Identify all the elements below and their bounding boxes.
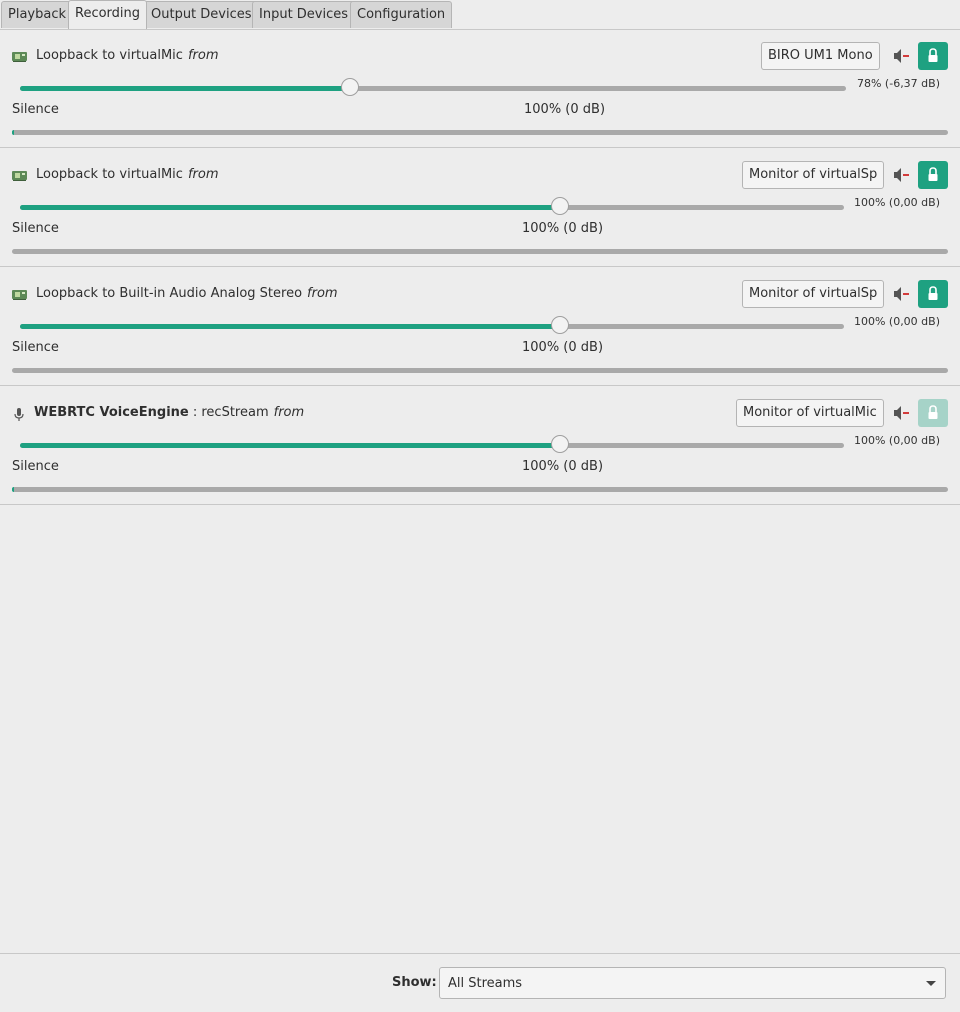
lock-icon bbox=[928, 405, 938, 419]
volume-slider-handle[interactable] bbox=[341, 78, 359, 96]
device-select-button[interactable]: Monitor of virtualSp bbox=[742, 280, 885, 308]
sound-card-icon bbox=[12, 51, 27, 62]
volume-fill bbox=[20, 443, 560, 448]
tab-playback[interactable]: Playback bbox=[1, 1, 74, 28]
stream-title: Loopback to Built-in Audio Analog Stereo… bbox=[36, 286, 338, 301]
lock-icon bbox=[928, 167, 938, 181]
stream-name: Loopback to virtualMic bbox=[36, 48, 183, 63]
silence-label: Silence bbox=[12, 459, 59, 474]
lock-icon bbox=[928, 286, 938, 300]
silence-label: Silence bbox=[12, 340, 59, 355]
stream-row: Loopback to virtualMic from Monitor of vi… bbox=[0, 148, 960, 267]
volume-slider-handle[interactable] bbox=[551, 197, 569, 215]
volume-value: 100% (0,00 dB) bbox=[853, 315, 940, 328]
tab-output-devices[interactable]: Output Devices bbox=[144, 1, 259, 28]
stream-title: Loopback to virtualMic from bbox=[36, 48, 218, 63]
microphone-icon bbox=[12, 408, 27, 421]
stream-title: Loopback to virtualMic from bbox=[36, 167, 218, 182]
speaker-mute-icon bbox=[894, 406, 909, 420]
tab-bar: Playback Recording Output Devices Input … bbox=[0, 0, 960, 30]
unity-volume-label: 100% (0 dB) bbox=[522, 459, 604, 474]
stream-app-name: WEBRTC VoiceEngine bbox=[34, 405, 189, 420]
speaker-mute-icon bbox=[894, 49, 909, 63]
silence-label: Silence bbox=[12, 102, 59, 117]
volume-fill bbox=[20, 324, 560, 329]
speaker-mute-icon bbox=[894, 287, 909, 301]
mute-toggle-button[interactable] bbox=[889, 163, 911, 187]
mute-toggle-button[interactable] bbox=[889, 401, 911, 425]
stream-from-label: from bbox=[273, 405, 305, 420]
sound-card-icon bbox=[12, 170, 27, 181]
lock-channels-button[interactable] bbox=[918, 161, 948, 189]
stream-from-label: from bbox=[307, 286, 338, 301]
tab-configuration[interactable]: Configuration bbox=[350, 1, 453, 28]
stream-row: WEBRTC VoiceEngine : recStream from Monit… bbox=[0, 386, 960, 505]
speaker-mute-icon bbox=[894, 168, 909, 182]
stream-from-label: from bbox=[187, 48, 219, 63]
volume-value: 100% (0,00 dB) bbox=[853, 434, 940, 447]
show-label: Show: bbox=[392, 975, 437, 990]
lock-icon bbox=[928, 48, 938, 62]
show-filter-select[interactable]: All Streams bbox=[439, 967, 946, 999]
mute-toggle-button[interactable] bbox=[889, 44, 911, 68]
peak-meter-fill bbox=[12, 130, 14, 135]
volume-slider[interactable] bbox=[20, 78, 846, 98]
volume-value: 78% (-6,37 dB) bbox=[856, 77, 940, 90]
peak-meter bbox=[12, 487, 948, 492]
device-select-button[interactable]: Monitor of virtualSp bbox=[742, 161, 885, 189]
lock-channels-button[interactable] bbox=[918, 280, 948, 308]
peak-meter bbox=[12, 249, 948, 254]
stream-name: Loopback to Built-in Audio Analog Stereo bbox=[36, 286, 303, 301]
mute-toggle-button[interactable] bbox=[889, 282, 911, 306]
device-select-button[interactable]: BIRO UM1 Mono bbox=[761, 42, 880, 70]
stream-from-label: from bbox=[187, 167, 219, 182]
unity-volume-label: 100% (0 dB) bbox=[522, 340, 604, 355]
volume-slider[interactable] bbox=[20, 316, 844, 336]
bottom-bar: Show: All Streams bbox=[0, 953, 960, 1012]
stream-row: Loopback to Built-in Audio Analog Stereo… bbox=[0, 267, 960, 386]
volume-slider-handle[interactable] bbox=[551, 316, 569, 334]
volume-fill bbox=[20, 86, 350, 91]
volume-slider[interactable] bbox=[20, 197, 844, 217]
sound-card-icon bbox=[12, 289, 27, 300]
unity-volume-label: 100% (0 dB) bbox=[522, 221, 604, 236]
peak-meter-fill bbox=[12, 487, 14, 492]
device-select-button[interactable]: Monitor of virtualMic bbox=[736, 399, 884, 427]
chevron-down-icon bbox=[926, 981, 936, 986]
lock-channels-button[interactable] bbox=[918, 399, 948, 427]
volume-slider[interactable] bbox=[20, 435, 844, 455]
volume-fill bbox=[20, 205, 560, 210]
stream-row: Loopback to virtualMic from BIRO UM1 Mono bbox=[0, 29, 960, 148]
stream-name: recStream bbox=[201, 405, 269, 420]
unity-volume-label: 100% (0 dB) bbox=[524, 102, 606, 117]
volume-slider-handle[interactable] bbox=[551, 435, 569, 453]
tab-input-devices[interactable]: Input Devices bbox=[252, 1, 356, 28]
peak-meter bbox=[12, 130, 948, 135]
stream-title: WEBRTC VoiceEngine : recStream from bbox=[34, 405, 305, 420]
peak-meter bbox=[12, 368, 948, 373]
stream-name: Loopback to virtualMic bbox=[36, 167, 183, 182]
volume-value: 100% (0,00 dB) bbox=[853, 196, 940, 209]
show-filter-value: All Streams bbox=[448, 976, 523, 991]
tab-recording[interactable]: Recording bbox=[68, 0, 148, 29]
silence-label: Silence bbox=[12, 221, 59, 236]
lock-channels-button[interactable] bbox=[918, 42, 948, 70]
